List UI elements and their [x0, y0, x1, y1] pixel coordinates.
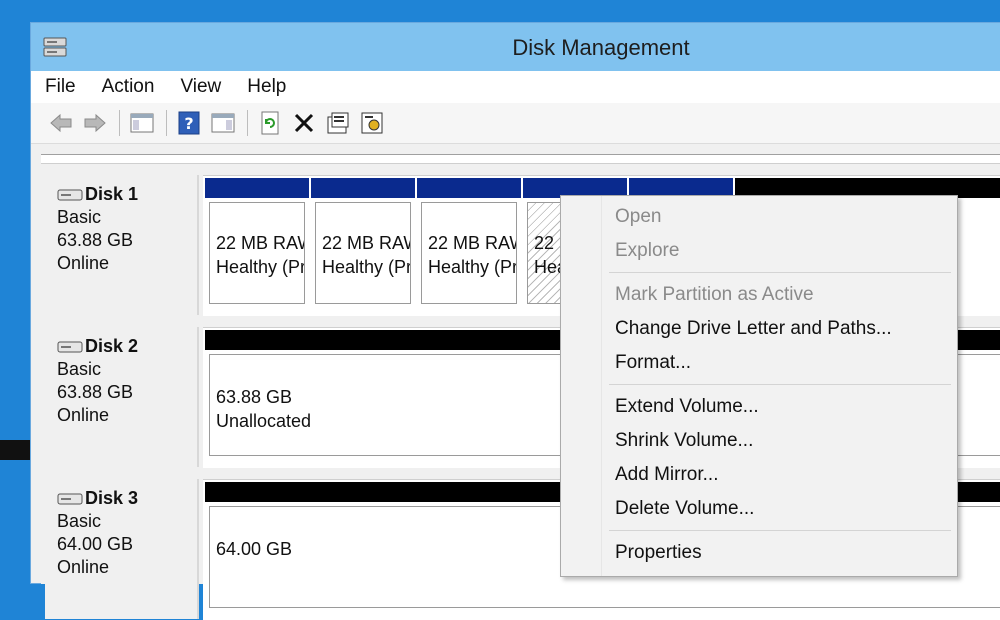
partition-status: Healthy (Primary Partition) — [428, 257, 516, 277]
disk-name-text: Disk 2 — [85, 336, 139, 356]
refresh-icon — [261, 111, 279, 135]
menu-item-properties[interactable]: Properties — [615, 542, 702, 564]
menu-bar: File Action View Help — [31, 71, 1000, 103]
console-tree-button[interactable] — [128, 109, 156, 137]
menu-item-open[interactable]: Open — [615, 206, 661, 228]
pane-splitter[interactable] — [41, 155, 1000, 164]
toolbar-separator — [119, 110, 120, 136]
menu-item-shrink-volume[interactable]: Shrink Volume... — [615, 430, 753, 452]
partition-header — [205, 178, 309, 198]
properties-button[interactable] — [324, 109, 352, 137]
hard-disk-icon — [57, 189, 83, 200]
disk-info[interactable]: Disk 1 Basic 63.88 GB Online — [45, 175, 199, 315]
delete-button[interactable] — [290, 109, 318, 137]
menu-item-mark-active[interactable]: Mark Partition as Active — [615, 284, 814, 306]
settings-button[interactable] — [358, 109, 386, 137]
hard-disk-icon — [57, 493, 83, 504]
disk-type: Basic — [57, 207, 102, 227]
help-icon: ? — [178, 111, 200, 135]
menu-file[interactable]: File — [45, 76, 76, 98]
menu-separator — [609, 272, 951, 273]
disk-name: Disk 1 — [57, 183, 197, 206]
title-bar[interactable]: Disk Management — [31, 23, 1000, 71]
partition-size: 22 MB RAW — [428, 233, 517, 253]
partition[interactable]: 22 MB RAW Healthy (Primary Partition) — [205, 178, 309, 304]
menu-separator — [609, 530, 951, 531]
toolbar-separator — [166, 110, 167, 136]
back-button[interactable] — [47, 109, 75, 137]
toolbar: ? — [31, 103, 1000, 144]
svg-text:?: ? — [184, 114, 193, 133]
disk-size: 63.88 GB — [57, 382, 134, 402]
partition[interactable]: 22 MB RAW Healthy (Primary Partition) — [417, 178, 521, 304]
menu-item-explore[interactable]: Explore — [615, 240, 679, 262]
menu-icon-gutter — [601, 196, 602, 576]
menu-action[interactable]: Action — [102, 76, 155, 98]
disk-size: 64.00 GB — [57, 534, 134, 554]
menu-separator — [609, 384, 951, 385]
properties-icon — [327, 112, 349, 134]
partition-header — [311, 178, 415, 198]
partition-size: 22 MB RAW — [216, 233, 305, 253]
forward-arrow-icon — [84, 113, 106, 133]
show-pane-button[interactable] — [209, 109, 237, 137]
menu-item-delete-volume[interactable]: Delete Volume... — [615, 498, 754, 520]
partition-body: 22 MB RAW Healthy (Primary Partition) — [315, 202, 411, 304]
disk-name: Disk 2 — [57, 335, 197, 358]
disk-info[interactable]: Disk 3 Basic 64.00 GB Online — [45, 479, 199, 619]
menu-item-change-drive-letter[interactable]: Change Drive Letter and Paths... — [615, 318, 892, 340]
console-tree-icon — [130, 113, 154, 133]
delete-icon — [294, 113, 314, 133]
menu-help[interactable]: Help — [247, 76, 286, 98]
disk-type: Basic — [57, 511, 102, 531]
menu-item-format[interactable]: Format... — [615, 352, 691, 374]
show-pane-icon — [211, 113, 235, 133]
partition-status: Healthy (Primary Partition) — [216, 257, 304, 277]
partition-size: 22 MB RAW — [322, 233, 411, 253]
menu-view[interactable]: View — [180, 76, 221, 98]
partition-status: Healthy (Primary Partition) — [322, 257, 410, 277]
disk-name-text: Disk 3 — [85, 488, 139, 508]
disk-info[interactable]: Disk 2 Basic 63.88 GB Online — [45, 327, 199, 467]
partition-body: 22 MB RAW Healthy (Primary Partition) — [421, 202, 517, 304]
window-title: Disk Management — [512, 35, 690, 60]
disk-type: Basic — [57, 359, 102, 379]
disk-size: 63.88 GB — [57, 230, 134, 250]
back-arrow-icon — [50, 113, 72, 133]
disk-name-text: Disk 1 — [85, 184, 139, 204]
disk-status: Online — [57, 557, 110, 577]
forward-button[interactable] — [81, 109, 109, 137]
menu-item-extend-volume[interactable]: Extend Volume... — [615, 396, 759, 418]
partition-body: 22 MB RAW Healthy (Primary Partition) — [209, 202, 305, 304]
hard-disk-icon — [57, 341, 83, 352]
partition-context-menu: Open Explore Mark Partition as Active Ch… — [560, 195, 958, 577]
disk-status: Online — [57, 405, 110, 425]
settings-icon — [361, 112, 383, 134]
partition[interactable]: 22 MB RAW Healthy (Primary Partition) — [311, 178, 415, 304]
refresh-button[interactable] — [256, 109, 284, 137]
partition-header — [417, 178, 521, 198]
toolbar-separator — [247, 110, 248, 136]
disk-name: Disk 3 — [57, 487, 197, 510]
menu-item-add-mirror[interactable]: Add Mirror... — [615, 464, 718, 486]
help-button[interactable]: ? — [175, 109, 203, 137]
disk-status: Online — [57, 253, 110, 273]
